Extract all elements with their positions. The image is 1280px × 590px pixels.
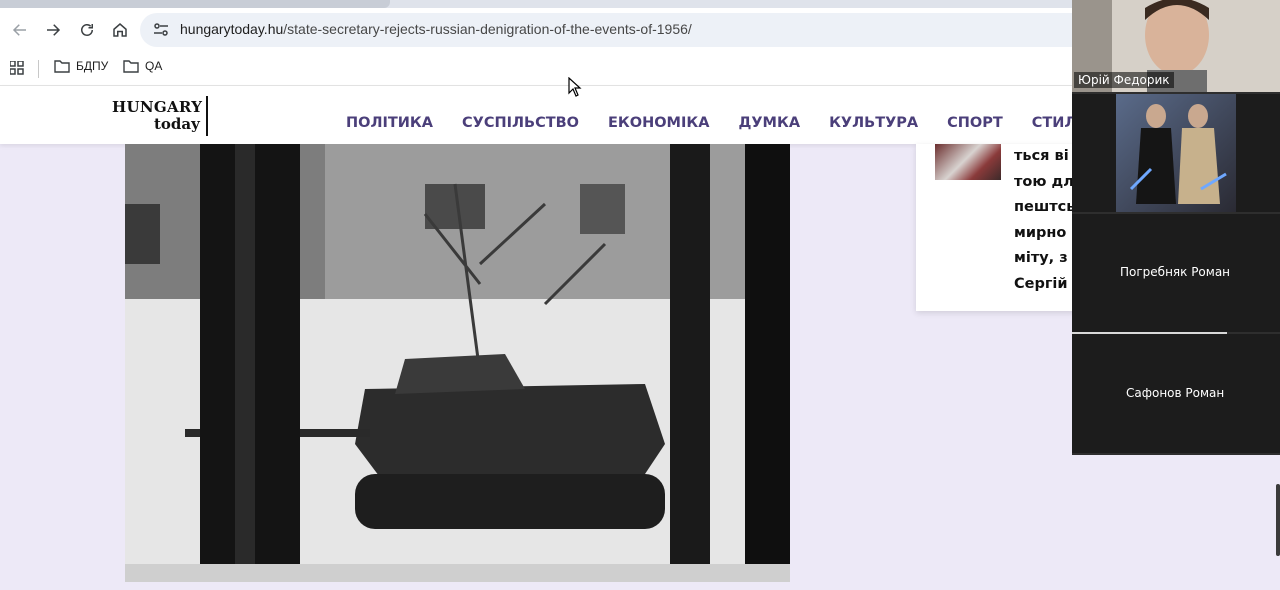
bookmark-label: БДПУ xyxy=(76,59,109,73)
logo-bar xyxy=(206,96,208,136)
mouse-cursor-icon xyxy=(568,77,582,97)
reload-icon[interactable] xyxy=(75,18,99,42)
related-article-text: ться ві тою дл пештсь мирно міту, з Серг… xyxy=(1014,144,1076,297)
folder-icon xyxy=(123,60,139,73)
active-tab[interactable] xyxy=(0,0,390,8)
site-logo[interactable]: HUNGARY today xyxy=(112,96,212,138)
home-icon[interactable] xyxy=(108,18,132,42)
url-text[interactable]: hungarytoday.hu/state-secretary-rejects-… xyxy=(180,21,692,37)
card-line: міту, з xyxy=(1014,250,1068,266)
card-line: ться ві xyxy=(1014,148,1069,164)
bookmark-qa[interactable]: QA xyxy=(123,59,162,73)
folder-icon xyxy=(54,60,70,73)
forward-arrow-icon[interactable] xyxy=(41,18,65,42)
bookmarks-bar: БДПУ QA xyxy=(0,52,1072,86)
tab-strip xyxy=(0,0,1072,8)
main-menu: ПОЛІТИКА СУСПІЛЬСТВО ЕКОНОМІКА ДУМКА КУЛ… xyxy=(346,115,1171,131)
participant-name: Сафонов Роман xyxy=(1126,386,1225,400)
card-line: мирно xyxy=(1014,224,1067,241)
logo-line1: HUNGARY xyxy=(112,98,203,116)
browser-toolbar: hungarytoday.hu/state-secretary-rejects-… xyxy=(0,8,1090,52)
bookmarks-separator xyxy=(38,60,39,78)
article-photo xyxy=(125,144,790,582)
back-arrow-icon[interactable] xyxy=(8,18,32,42)
card-line: Сергій xyxy=(1014,275,1068,292)
related-article-thumbnail xyxy=(935,144,1001,180)
card-line: тою дл xyxy=(1014,173,1074,190)
menu-item-politics[interactable]: ПОЛІТИКА xyxy=(346,115,433,131)
participant-tile-safonov[interactable]: Сафонов Роман xyxy=(1072,334,1280,455)
menu-item-sport[interactable]: СПОРТ xyxy=(947,115,1003,131)
video-call-panel: Юрій Федорик Погребняк Роман Сафонов Ром… xyxy=(1072,0,1280,455)
site-info-icon[interactable] xyxy=(152,21,170,39)
menu-item-opinion[interactable]: ДУМКА xyxy=(738,115,800,131)
bookmark-bdpu[interactable]: БДПУ xyxy=(54,59,108,73)
address-bar[interactable]: hungarytoday.hu/state-secretary-rejects-… xyxy=(140,13,1090,47)
menu-item-society[interactable]: СУСПІЛЬСТВО xyxy=(462,115,579,131)
page-right-margin xyxy=(1072,455,1280,590)
site-header: HUNGARY today ПОЛІТИКА СУСПІЛЬСТВО ЕКОНО… xyxy=(0,86,1142,144)
participant-name: Юрій Федорик xyxy=(1074,72,1174,88)
participant-tile-pohrebniak[interactable]: Погребняк Роман xyxy=(1072,214,1280,334)
card-line: пештсь xyxy=(1014,199,1076,215)
menu-item-culture[interactable]: КУЛЬТУРА xyxy=(829,115,918,131)
page-scrollbar[interactable] xyxy=(1276,484,1280,556)
participant-avatar-image xyxy=(1116,94,1236,212)
participant-tile-video[interactable]: Юрій Федорик xyxy=(1072,0,1280,94)
bookmark-label: QA xyxy=(145,59,163,73)
related-article-card[interactable]: ться ві тою дл пештсь мирно міту, з Серг… xyxy=(916,144,1076,311)
menu-item-economy[interactable]: ЕКОНОМІКА xyxy=(608,115,709,131)
logo-line2: today xyxy=(154,115,200,133)
url-path: /state-secretary-rejects-russian-denigra… xyxy=(283,21,692,37)
participant-name: Погребняк Роман xyxy=(1120,265,1231,279)
apps-grid-icon[interactable] xyxy=(9,60,24,75)
page-bottom xyxy=(0,582,1072,590)
participant-tile-avatar[interactable] xyxy=(1072,94,1280,214)
url-host: hungarytoday.hu xyxy=(180,21,284,37)
